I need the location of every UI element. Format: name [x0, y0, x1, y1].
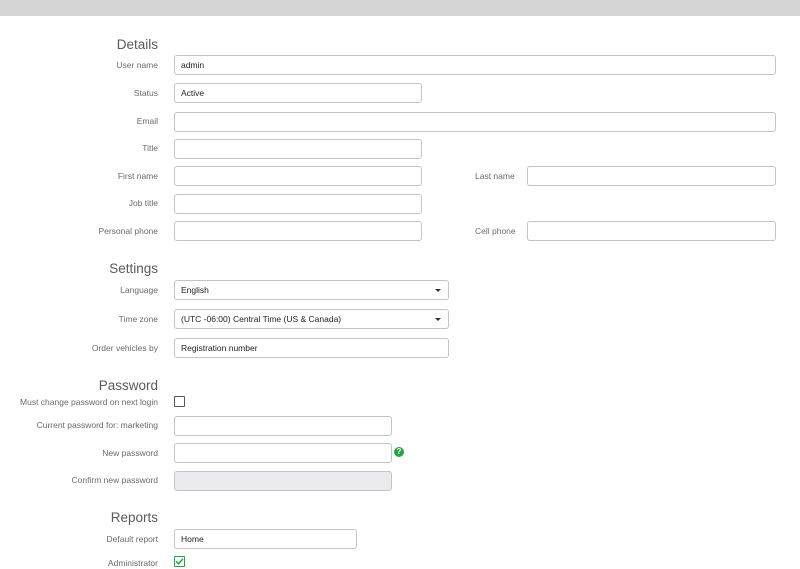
title-input[interactable] [174, 139, 422, 159]
checkmark-icon [175, 558, 184, 565]
title-label: Title [142, 143, 158, 153]
section-title-reports: Reports [110, 510, 158, 525]
current-password-label: Current password for: marketing [36, 420, 158, 430]
new-password-input[interactable] [174, 443, 392, 463]
status-field[interactable]: Active [174, 83, 422, 103]
default-report-input[interactable]: Home [174, 529, 357, 549]
chevron-down-icon [435, 318, 441, 321]
administrator-label: Administrator [107, 558, 158, 568]
confirm-password-input [174, 471, 392, 491]
email-label: Email [136, 116, 158, 126]
cell-phone-label: Cell phone [475, 226, 516, 236]
last-name-input[interactable] [527, 166, 776, 186]
personal-phone-input[interactable] [174, 221, 422, 241]
last-name-label: Last name [475, 171, 515, 181]
job-title-label: Job title [128, 198, 158, 208]
current-password-input[interactable] [174, 416, 392, 436]
username-input[interactable]: admin [174, 55, 776, 75]
question-mark-icon[interactable]: ? [394, 447, 404, 457]
default-report-label: Default report [106, 534, 159, 544]
section-title-password: Password [98, 378, 158, 393]
job-title-input[interactable] [174, 194, 422, 214]
status-label: Status [133, 88, 158, 98]
cell-phone-input[interactable] [527, 221, 776, 241]
personal-phone-label: Personal phone [98, 226, 158, 236]
top-bar [0, 0, 800, 16]
username-label: User name [116, 60, 158, 70]
timezone-select[interactable]: (UTC -06:00) Central Time (US & Canada) [174, 309, 449, 329]
chevron-down-icon [435, 289, 441, 292]
administrator-checkbox[interactable] [174, 556, 185, 567]
section-title-details: Details [116, 37, 158, 52]
timezone-value: (UTC -06:00) Central Time (US & Canada) [181, 314, 342, 324]
new-password-label: New password [102, 448, 158, 458]
first-name-input[interactable] [174, 166, 422, 186]
order-vehicles-label: Order vehicles by [91, 343, 158, 353]
first-name-label: First name [117, 171, 158, 181]
language-label: Language [120, 285, 158, 295]
language-value: English [181, 285, 209, 295]
must-change-password-label: Must change password on next login [20, 397, 158, 407]
must-change-password-checkbox[interactable] [174, 396, 185, 407]
confirm-password-label: Confirm new password [71, 475, 158, 485]
order-vehicles-input[interactable]: Registration number [174, 338, 449, 358]
section-title-settings: Settings [109, 261, 158, 276]
email-input[interactable] [174, 112, 776, 132]
language-select[interactable]: English [174, 280, 449, 300]
timezone-label: Time zone [118, 314, 158, 324]
